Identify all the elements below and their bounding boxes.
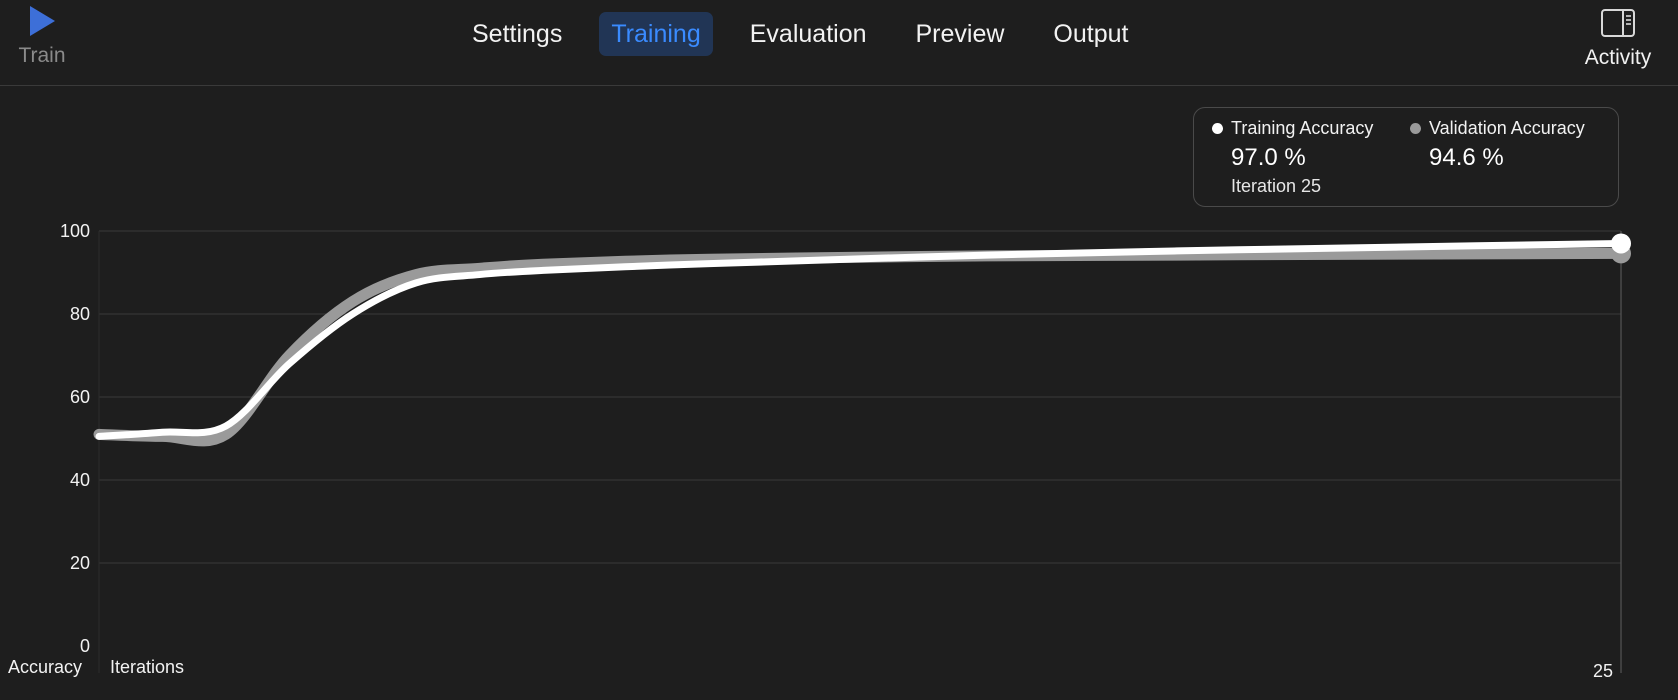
legend-validation-label: Validation Accuracy — [1429, 118, 1585, 138]
tab-training[interactable]: Training — [599, 12, 713, 56]
activity-button[interactable]: Activity — [1572, 8, 1664, 80]
plot-background — [99, 221, 1621, 646]
y-tick-label: 80 — [70, 304, 90, 324]
training-endpoint — [1611, 233, 1631, 254]
tab-bar: Settings Training Evaluation Preview Out… — [460, 12, 1165, 56]
y-tick-label: 60 — [70, 387, 90, 407]
chart-legend: Training Accuracy 97.0 % Iteration 25 Va… — [1193, 107, 1619, 207]
train-label: Train — [18, 44, 66, 67]
validation-dot-icon — [1410, 123, 1421, 134]
toolbar: Train Settings Training Evaluation Previ… — [0, 0, 1678, 86]
legend-validation-value: 94.6 % — [1429, 144, 1504, 171]
play-icon — [30, 6, 55, 36]
training-dot-icon — [1212, 123, 1223, 134]
y-tick-label: 0 — [80, 636, 90, 656]
y-tick-label: 40 — [70, 470, 90, 490]
y-tick-label: 20 — [70, 553, 90, 573]
train-button[interactable]: Train — [8, 4, 76, 80]
y-tick-label: 100 — [60, 221, 90, 241]
legend-training: Training Accuracy 97.0 % Iteration 25 — [1212, 118, 1373, 197]
tab-output[interactable]: Output — [1041, 12, 1140, 56]
tab-evaluation[interactable]: Evaluation — [738, 12, 879, 56]
legend-validation: Validation Accuracy 94.6 % — [1410, 118, 1585, 172]
y-axis-title: Accuracy — [8, 657, 83, 677]
activity-label: Activity — [1584, 46, 1652, 69]
tab-preview[interactable]: Preview — [904, 12, 1017, 56]
x-axis-title: Iterations — [110, 657, 185, 677]
sidebar-icon — [1601, 9, 1635, 37]
legend-training-value: 97.0 % — [1231, 144, 1306, 171]
x-tick-label: 25 — [1593, 661, 1613, 681]
legend-iteration: Iteration 25 — [1231, 176, 1322, 196]
tab-settings[interactable]: Settings — [460, 12, 574, 56]
legend-training-label: Training Accuracy — [1231, 118, 1374, 138]
